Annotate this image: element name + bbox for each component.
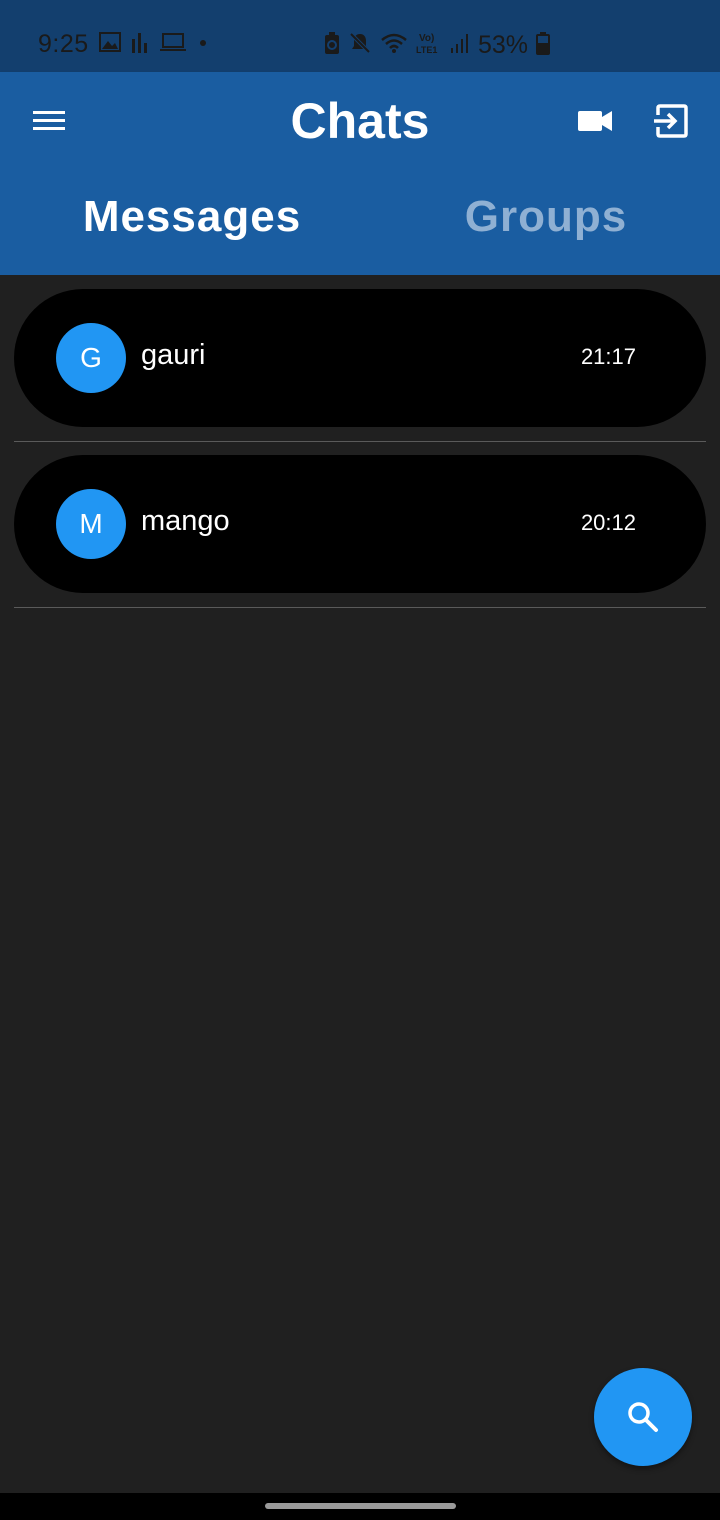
chat-time: 21:17 [580, 344, 636, 369]
app-bar: Chats [0, 72, 720, 170]
exit-icon [654, 104, 688, 138]
mute-icon [348, 31, 372, 60]
divider [14, 441, 706, 442]
chat-list-item[interactable]: M mango 20:12 [14, 455, 706, 593]
status-bar: 9:25 Vo) LTE1 53% [0, 0, 720, 72]
battery-saver-icon [324, 31, 340, 60]
gallery-icon [98, 32, 121, 57]
volte-icon: Vo) LTE1 [416, 30, 442, 61]
divider [14, 607, 706, 608]
video-camera-icon [578, 111, 612, 131]
chat-name: gauri [141, 339, 206, 371]
navigation-bar [0, 1493, 720, 1520]
status-left: 9:25 [38, 30, 209, 59]
home-gesture-handle[interactable] [265, 1503, 456, 1509]
status-right: Vo) LTE1 53% [324, 30, 551, 61]
dot-icon [197, 32, 209, 57]
wifi-icon [380, 32, 408, 59]
search-icon [628, 1402, 658, 1432]
signal-icon [450, 32, 470, 59]
status-time: 9:25 [38, 30, 89, 58]
logout-button[interactable] [650, 100, 692, 142]
tab-messages[interactable]: Messages [12, 192, 372, 242]
search-button[interactable] [594, 1368, 692, 1466]
chat-time: 20:12 [580, 510, 636, 535]
tab-bar: Messages Groups [0, 170, 720, 275]
battery-percentage: 53% [478, 31, 529, 59]
screen: 9:25 Vo) LTE1 53% Chats Messages Groups … [0, 0, 720, 1520]
battery-icon [536, 31, 551, 60]
svg-text:LTE1: LTE1 [416, 45, 437, 55]
chat-name: mango [141, 505, 230, 537]
stats-icon [131, 31, 149, 58]
avatar: G [56, 323, 126, 393]
svg-text:Vo): Vo) [419, 33, 434, 44]
video-call-button[interactable] [574, 104, 616, 138]
laptop-icon [159, 32, 187, 57]
chat-list-item[interactable]: G gauri 21:17 [14, 289, 706, 427]
tab-groups[interactable]: Groups [366, 192, 720, 242]
avatar: M [56, 489, 126, 559]
